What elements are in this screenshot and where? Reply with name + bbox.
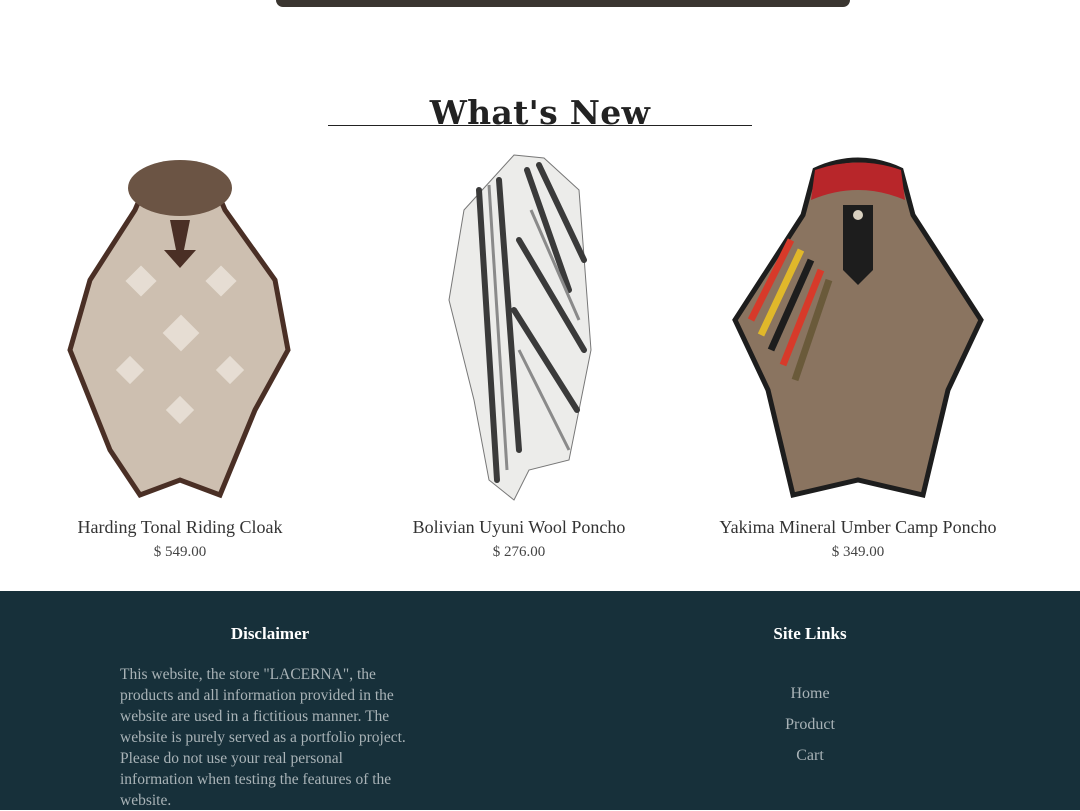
product-name[interactable]: Yakima Mineral Umber Camp Poncho: [688, 517, 1028, 538]
disclaimer-text: This website, the store "LACERNA", the p…: [120, 666, 406, 809]
product-card[interactable]: Harding Tonal Riding Cloak $ 549.00: [10, 150, 350, 561]
product-image-uyuni-poncho[interactable]: [349, 150, 689, 505]
footer-link-home[interactable]: Home: [700, 683, 920, 714]
product-price: $ 349.00: [831, 544, 885, 560]
product-price: $ 549.00: [153, 544, 207, 560]
hero-image-edge: [276, 0, 850, 7]
product-image-riding-cloak[interactable]: [10, 150, 350, 505]
footer-link-product[interactable]: Product: [700, 714, 920, 745]
product-price: $ 276.00: [492, 544, 546, 560]
title-divider: [328, 125, 752, 126]
product-name[interactable]: Harding Tonal Riding Cloak: [10, 517, 350, 538]
section-title: What's New: [429, 93, 651, 133]
product-card[interactable]: Bolivian Uyuni Wool Poncho $ 276.00: [349, 150, 689, 561]
site-links-list: Home Product Cart: [700, 683, 920, 776]
product-name[interactable]: Bolivian Uyuni Wool Poncho: [349, 517, 689, 538]
product-card[interactable]: Yakima Mineral Umber Camp Poncho $ 349.0…: [688, 150, 1028, 561]
site-links-title: Site Links: [773, 624, 847, 643]
footer-link-cart[interactable]: Cart: [700, 745, 920, 776]
site-footer: Disclaimer This website, the store "LACE…: [0, 591, 1080, 810]
product-image-yakima-poncho[interactable]: [688, 150, 1028, 505]
disclaimer-title: Disclaimer: [230, 624, 310, 643]
